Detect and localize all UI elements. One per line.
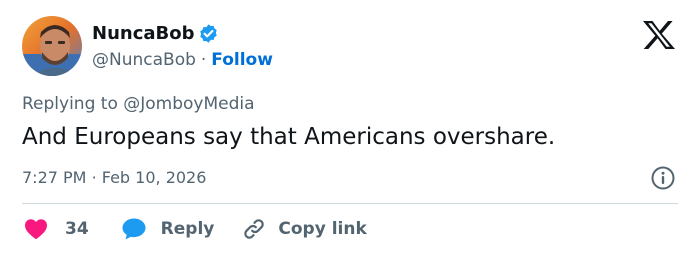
follow-button[interactable]: Follow [211, 50, 273, 70]
action-bar: 34 Reply Copy link [22, 214, 367, 244]
replying-to-mention[interactable]: @JomboyMedia [123, 94, 254, 114]
tweet-embed-card: NuncaBob @NuncaBob · Follow Replying to … [0, 0, 700, 256]
like-button[interactable]: 34 [24, 218, 89, 240]
timestamp[interactable]: 7:27 PM · Feb 10, 2026 [22, 168, 206, 187]
divider [22, 203, 678, 204]
separator-dot: · [200, 50, 207, 70]
like-count: 34 [65, 219, 89, 239]
reply-bubble-icon [122, 218, 146, 240]
replying-to-prefix: Replying to [22, 94, 124, 114]
tweet-time: 7:27 PM [22, 168, 87, 187]
copy-link-label: Copy link [278, 219, 367, 239]
author-info: NuncaBob @NuncaBob · Follow [92, 20, 273, 71]
verified-badge-icon [198, 23, 219, 44]
info-icon[interactable] [650, 165, 676, 191]
reply-label: Reply [160, 219, 215, 239]
replying-to: Replying to @JomboyMedia [22, 94, 255, 114]
separator-dot: · [91, 168, 97, 187]
link-icon [244, 219, 265, 239]
copy-link-button[interactable]: Copy link [242, 217, 367, 241]
tweet-text: And Europeans say that Americans oversha… [22, 124, 556, 150]
avatar[interactable] [22, 16, 82, 76]
tweet-date: Feb 10, 2026 [101, 168, 207, 187]
display-name[interactable]: NuncaBob [92, 23, 194, 44]
x-logo-icon[interactable] [642, 20, 676, 50]
reply-button[interactable]: Reply [121, 217, 215, 241]
heart-icon [25, 219, 47, 240]
handle[interactable]: @NuncaBob [92, 50, 196, 70]
